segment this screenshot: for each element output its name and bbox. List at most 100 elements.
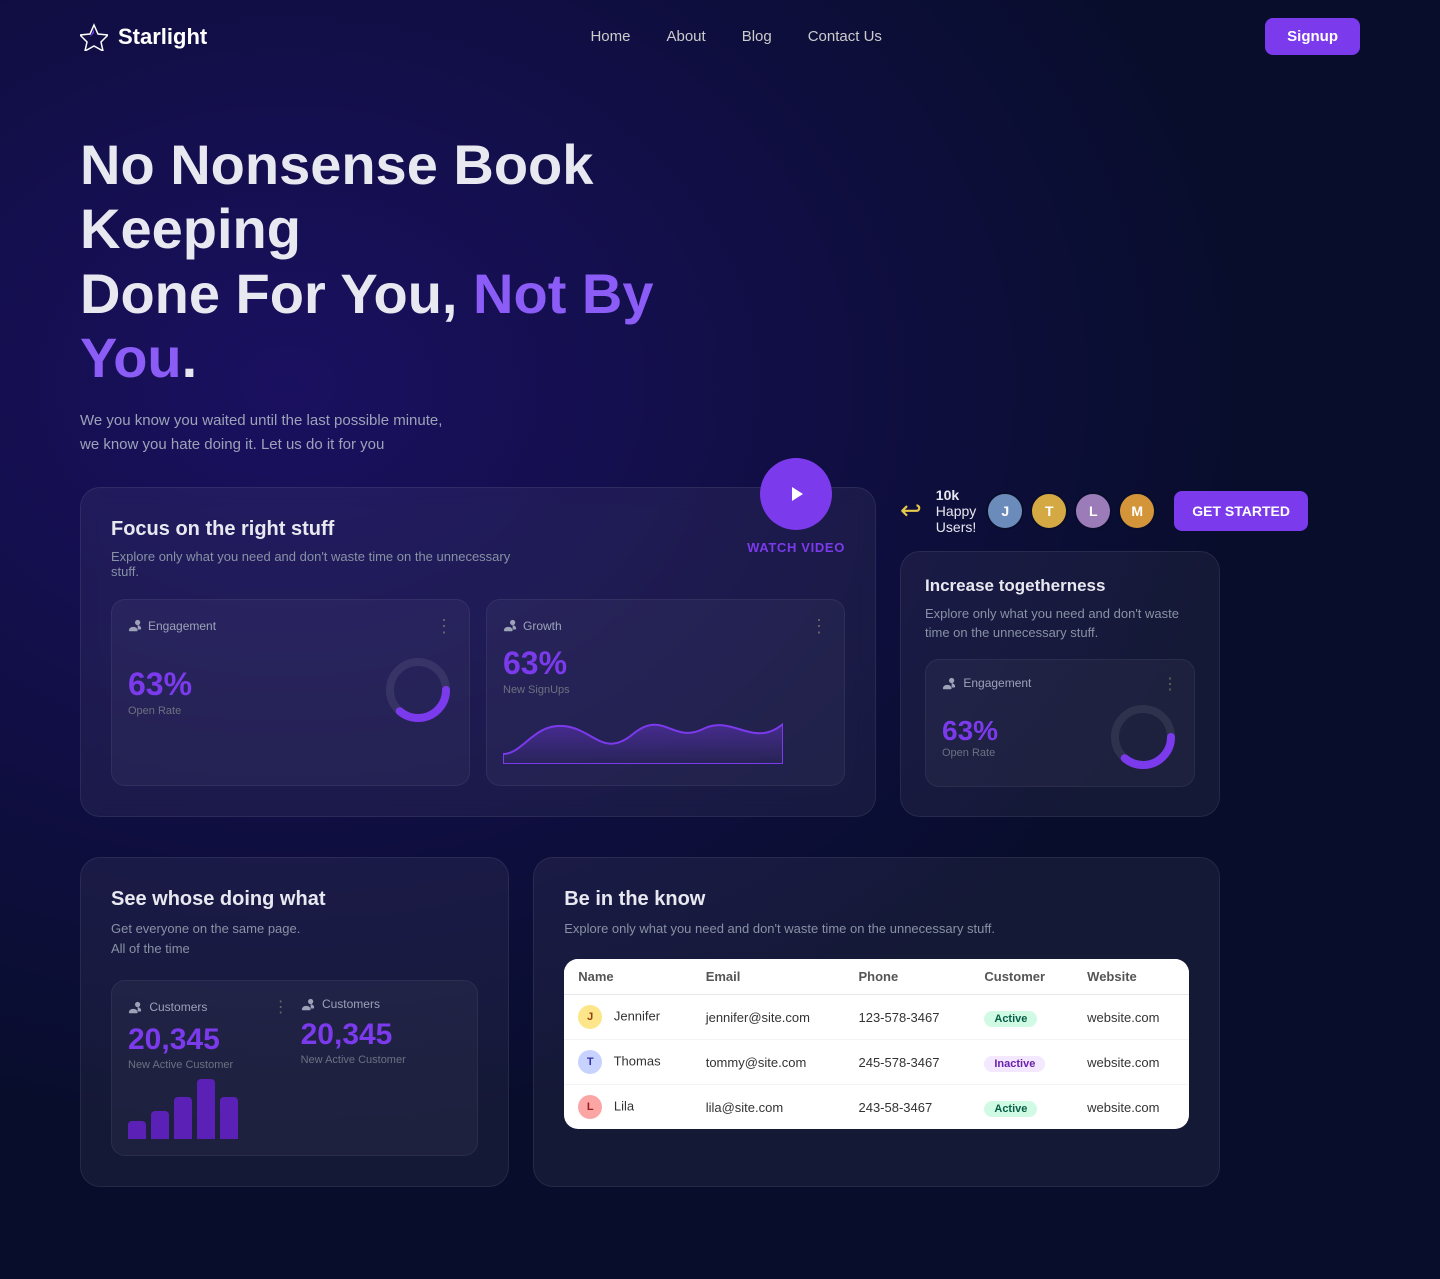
growth-sub: New SignUps <box>503 684 828 696</box>
row1-website: website.com <box>1073 995 1189 1040</box>
avatar-3: L <box>1074 492 1112 530</box>
see-card: See whose doing what Get everyone on the… <box>80 857 509 1188</box>
mini-cards-row: Engagement ⋮ 63% Open Rate <box>111 599 845 786</box>
avatar-4: M <box>1118 492 1156 530</box>
togetherness-mini-card: Engagement ⋮ 63% Open Rate <box>925 659 1195 787</box>
row2-badge: Inactive <box>984 1056 1045 1072</box>
nav-about[interactable]: About <box>666 28 705 45</box>
customers-icon-left <box>128 1001 142 1015</box>
customers-sub: New Active Customer <box>128 1059 289 1071</box>
row2-email: tommy@site.com <box>692 1040 845 1085</box>
row3-phone: 243-58-3467 <box>844 1085 970 1130</box>
row3-avatar: L <box>578 1095 602 1119</box>
tog-mini-menu[interactable]: ⋮ <box>1162 674 1178 694</box>
focus-title: Focus on the right stuff <box>111 518 531 541</box>
know-card: Be in the know Explore only what you nee… <box>533 857 1220 1188</box>
logo[interactable]: Starlight <box>80 23 207 51</box>
bar-4 <box>197 1079 215 1139</box>
customers-number: 20,345 <box>128 1023 289 1057</box>
col-email: Email <box>692 959 845 995</box>
table-row: T Thomas tommy@site.com 245-578-3467 Ina… <box>564 1040 1189 1085</box>
bottom-section: See whose doing what Get everyone on the… <box>0 857 1300 1248</box>
togetherness-card: Increase togetherness Explore only what … <box>900 551 1220 817</box>
growth-percent: 63% <box>503 645 828 682</box>
row3-website: website.com <box>1073 1085 1189 1130</box>
hero-subtitle: We you know you waited until the last po… <box>80 409 460 457</box>
focus-desc: Explore only what you need and don't was… <box>111 549 531 579</box>
row2-website: website.com <box>1073 1040 1189 1085</box>
row1-badge: Active <box>984 1011 1037 1027</box>
row3-badge: Active <box>984 1101 1037 1117</box>
play-button[interactable] <box>760 458 832 530</box>
nav-home[interactable]: Home <box>590 28 630 45</box>
growth-menu[interactable]: ⋮ <box>810 616 828 637</box>
tog-mini-sub: Open Rate <box>942 747 998 759</box>
growth-icon <box>503 619 517 633</box>
customers-menu[interactable]: ⋮ <box>273 997 289 1017</box>
get-started-button[interactable]: GET STARTED <box>1174 491 1308 531</box>
bar-2 <box>151 1111 169 1139</box>
row1-phone: 123-578-3467 <box>844 995 970 1040</box>
growth-title: Growth <box>503 619 562 633</box>
table-row: J Jennifer jennifer@site.com 123-578-346… <box>564 995 1189 1040</box>
bar-3 <box>174 1097 192 1139</box>
watch-label: WATCH VIDEO <box>747 540 845 555</box>
engagement-donut <box>383 655 453 725</box>
col-phone: Phone <box>844 959 970 995</box>
tog-users-icon <box>942 677 956 691</box>
avatar-1: J <box>986 492 1024 530</box>
row3-name: L Lila <box>564 1085 691 1130</box>
row2-status: Inactive <box>970 1040 1073 1085</box>
engagement-card: Engagement ⋮ 63% Open Rate <box>111 599 470 786</box>
row2-name: T Thomas <box>564 1040 691 1085</box>
arrow-icon: ↩ <box>900 495 922 526</box>
bar-chart-widget: Customers ⋮ 20,345 New Active Customer <box>111 980 478 1156</box>
know-desc: Explore only what you need and don't was… <box>564 919 1189 940</box>
see-title: See whose doing what <box>111 888 478 911</box>
col-name: Name <box>564 959 691 995</box>
logo-icon <box>80 23 108 51</box>
col-customer: Customer <box>970 959 1073 995</box>
customers-label-left: Customers <box>128 1000 207 1015</box>
row1-status: Active <box>970 995 1073 1040</box>
customers-number-right: 20,345 <box>301 1018 462 1052</box>
avatar-2: T <box>1030 492 1068 530</box>
happy-users-text: 10k Happy Users! <box>936 487 976 535</box>
cards-section: Focus on the right stuff Explore only wh… <box>0 457 1300 857</box>
avatars-row: J T L M <box>986 492 1156 530</box>
row1-email: jennifer@site.com <box>692 995 845 1040</box>
row3-email: lila@site.com <box>692 1085 845 1130</box>
row2-phone: 245-578-3467 <box>844 1040 970 1085</box>
customers-sub-right: New Active Customer <box>301 1054 462 1066</box>
bar-chart-left: Customers ⋮ 20,345 New Active Customer <box>128 997 289 1139</box>
nav-blog[interactable]: Blog <box>742 28 772 45</box>
table-row: L Lila lila@site.com 243-58-3467 Active … <box>564 1085 1189 1130</box>
row1-avatar: J <box>578 1005 602 1029</box>
growth-card: Growth ⋮ 63% New SignUps <box>486 599 845 786</box>
bar-5 <box>220 1097 238 1139</box>
signup-button[interactable]: Signup <box>1265 18 1360 55</box>
logo-text: Starlight <box>118 24 207 50</box>
focus-card: Focus on the right stuff Explore only wh… <box>80 487 876 817</box>
bar-1 <box>128 1121 146 1139</box>
wave-chart <box>503 704 783 764</box>
customers-table: Name Email Phone Customer Website J Jenn… <box>564 959 1189 1129</box>
nav-contact[interactable]: Contact Us <box>808 28 882 45</box>
tog-mini-title: Engagement <box>942 676 1031 691</box>
watch-video-area: WATCH VIDEO <box>747 458 845 555</box>
customers-label-right: Customers <box>301 997 462 1012</box>
right-column: ↩ 10k Happy Users! J T L M GET STARTED I… <box>900 487 1220 817</box>
users-icon <box>128 619 142 633</box>
col-website: Website <box>1073 959 1189 995</box>
tog-donut <box>1108 702 1178 772</box>
engagement-menu[interactable]: ⋮ <box>435 616 453 637</box>
customers-icon-right <box>301 998 315 1012</box>
bars-visual <box>128 1079 289 1139</box>
engagement-sub: Open Rate <box>128 705 192 717</box>
hero-title: No Nonsense Book Keeping Done For You, N… <box>80 133 760 391</box>
engagement-percent: 63% <box>128 666 192 703</box>
see-desc: Get everyone on the same page. All of th… <box>111 919 478 961</box>
togetherness-title: Increase togetherness <box>925 576 1195 596</box>
tog-mini-percent: 63% <box>942 715 998 747</box>
row1-name: J Jennifer <box>564 995 691 1040</box>
